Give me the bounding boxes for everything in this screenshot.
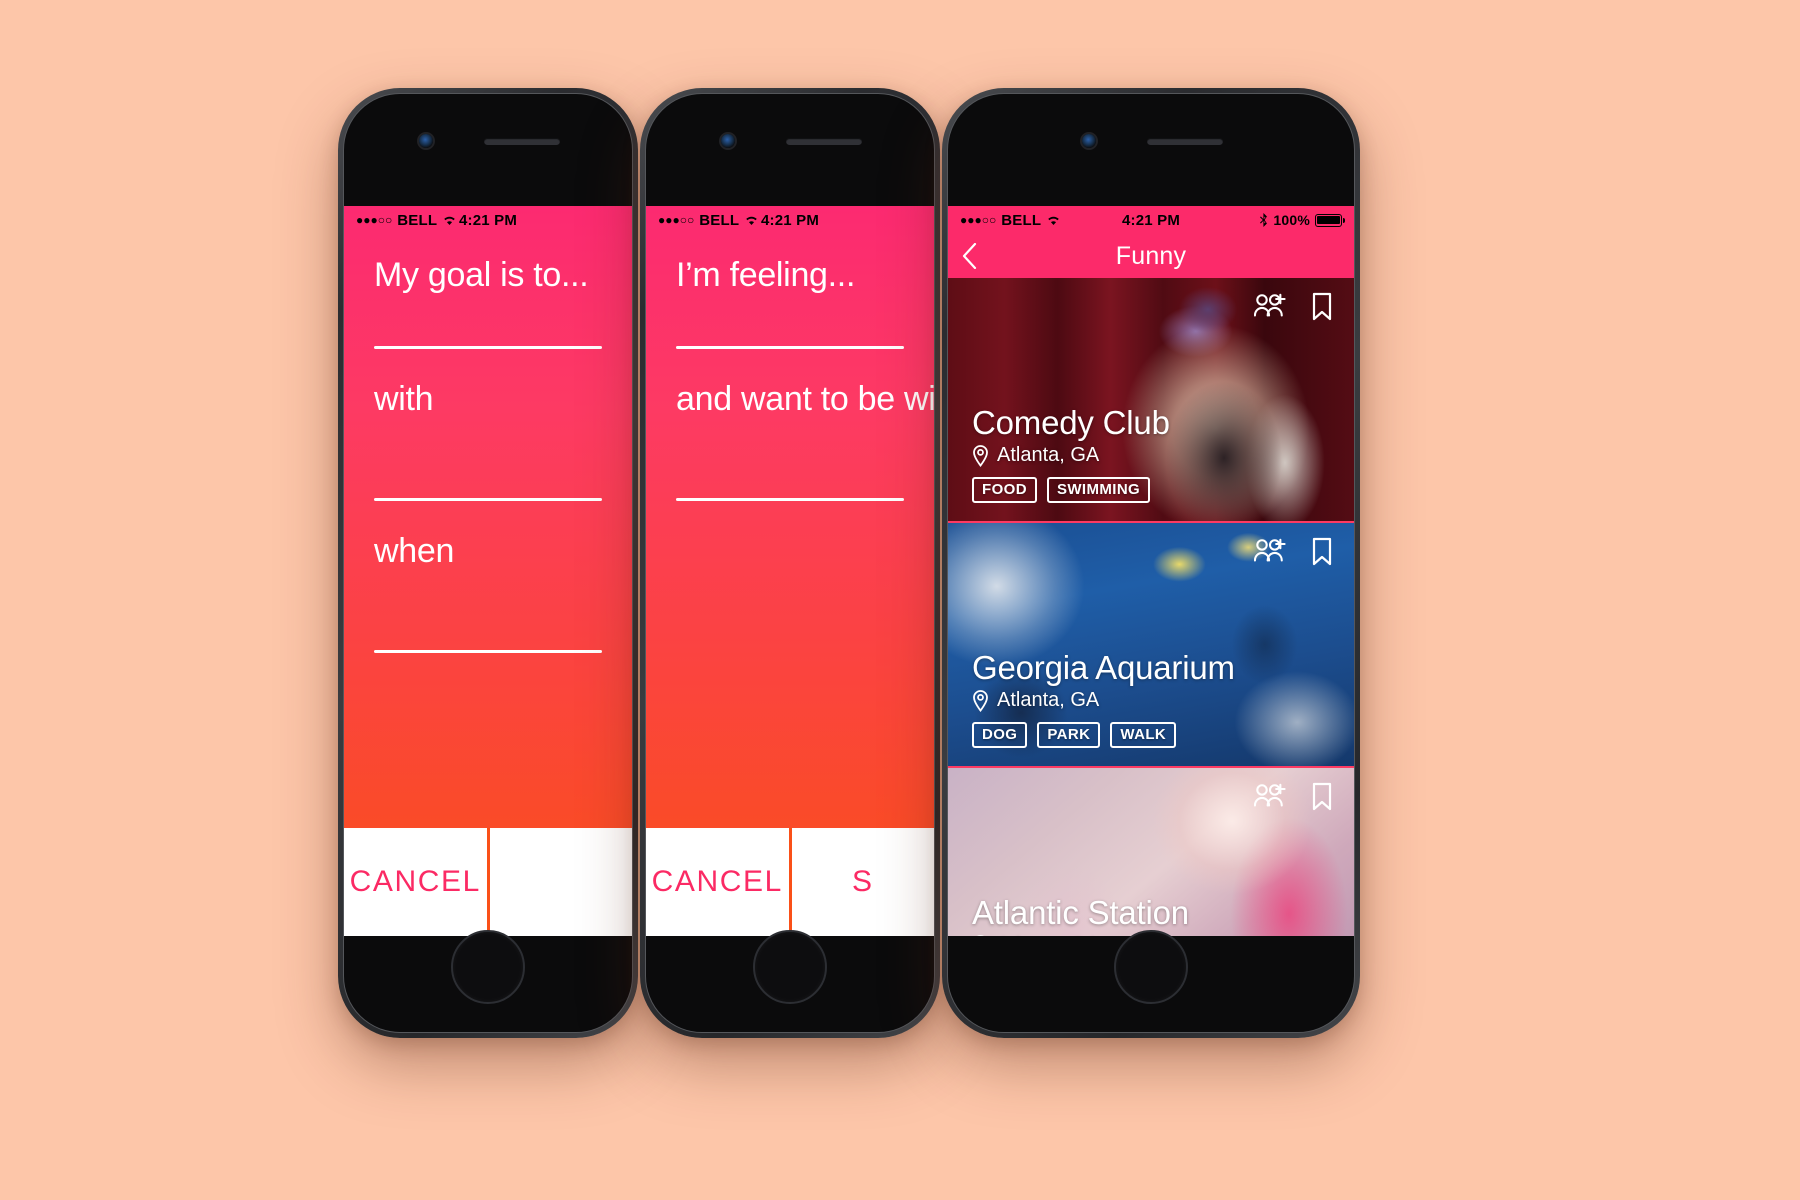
status-bar: ●●●○○ BELL 4:21 PM <box>344 206 632 234</box>
status-left: ●●●○○ BELL <box>960 212 1061 229</box>
submit-button[interactable] <box>486 828 632 936</box>
field-rule-goal[interactable] <box>374 346 602 349</box>
card-title: Atlantic Station <box>972 894 1189 931</box>
status-bar: ●●●○○ BELL 4:21 PM 100% <box>948 206 1354 234</box>
bookmark-icon[interactable] <box>1306 782 1338 812</box>
feeling-form-actions: CANCEL S <box>646 828 934 936</box>
wifi-icon <box>1048 216 1059 226</box>
field-label-goal: My goal is to... <box>374 256 589 294</box>
status-left: ●●●○○ BELL <box>658 212 759 229</box>
map-pin-icon <box>973 689 988 712</box>
goal-form-screen: ●●●○○ BELL 4:21 PM My goal is to... with <box>344 206 632 936</box>
card-title: Comedy Club <box>972 404 1170 441</box>
card-location: Atlanta, GA <box>972 689 1235 712</box>
screen-funny: ●●●○○ BELL 4:21 PM 100% Funny Comedy Clu… <box>948 206 1354 936</box>
bookmark-icon[interactable] <box>1306 537 1338 567</box>
feeling-form-screen: ●●●○○ BELL 4:21 PM I’m feeling... and wa… <box>646 206 934 936</box>
status-bar: ●●●○○ BELL 4:21 PM <box>646 206 934 234</box>
front-camera-icon <box>419 134 433 148</box>
bookmark-icon[interactable] <box>1306 292 1338 322</box>
front-camera-icon <box>721 134 735 148</box>
place-card-list[interactable]: Comedy Club Atlanta, GA FOOD SWIMMING Ge… <box>948 278 1354 936</box>
tag-chip[interactable]: WALK <box>1110 722 1177 748</box>
goal-form-actions: CANCEL <box>344 828 632 936</box>
page-title: Funny <box>1115 241 1187 270</box>
earpiece-speaker <box>1147 138 1223 145</box>
card-location-label: Atlanta, GA <box>997 444 1100 466</box>
signal-dots-icon: ●●●○○ <box>356 213 393 227</box>
card-actions <box>1254 537 1338 567</box>
submit-button[interactable]: S <box>788 828 934 936</box>
field-label-feeling: I’m feeling... <box>676 256 856 294</box>
carrier-label: BELL <box>699 211 740 229</box>
tag-chip[interactable]: FOOD <box>972 477 1037 503</box>
battery-full-icon <box>1315 213 1345 227</box>
home-button[interactable] <box>1114 930 1188 1004</box>
funny-list-screen: ●●●○○ BELL 4:21 PM 100% Funny Comedy Clu… <box>948 206 1354 936</box>
tag-chip[interactable]: SWIMMING <box>1046 477 1151 503</box>
field-rule-with[interactable] <box>374 498 602 501</box>
field-label-with-who: and want to be with <box>676 380 934 418</box>
card-info: Atlantic Station Atlanta, GA FOOD W <box>972 894 1231 936</box>
card-tags: FOOD SWIMMING <box>972 477 1170 503</box>
signal-dots-icon: ●●●○○ <box>960 213 997 227</box>
phone-device-feeling: ●●●○○ BELL 4:21 PM I’m feeling... and wa… <box>640 88 940 1038</box>
screen-goal: ●●●○○ BELL 4:21 PM My goal is to... with <box>344 206 632 936</box>
phone-body: ●●●○○ BELL 4:21 PM I’m feeling... and wa… <box>645 93 935 1033</box>
status-right: 100% <box>1259 212 1345 228</box>
tag-chip[interactable]: PARK <box>1037 722 1101 748</box>
earpiece-speaker <box>786 138 862 145</box>
feeling-form-fields: I’m feeling... and want to be with <box>646 234 934 828</box>
card-location: Atlanta, GA <box>972 444 1170 467</box>
screen-feeling: ●●●○○ BELL 4:21 PM I’m feeling... and wa… <box>646 206 934 936</box>
add-people-icon[interactable] <box>1254 782 1286 812</box>
home-button[interactable] <box>451 930 525 1004</box>
map-pin-icon <box>976 934 985 936</box>
carrier-label: BELL <box>1001 211 1042 229</box>
goal-form-fields: My goal is to... with when <box>344 234 632 828</box>
card-info: Georgia Aquarium Atlanta, GA DOG PARK WA… <box>972 649 1235 748</box>
navigation-bar: Funny <box>948 234 1354 278</box>
front-camera-icon <box>1082 134 1096 148</box>
field-label-with: with <box>374 380 434 418</box>
battery-percent-label: 100% <box>1273 212 1310 228</box>
wifi-icon <box>746 216 757 226</box>
list-item[interactable]: Comedy Club Atlanta, GA FOOD SWIMMING <box>948 278 1354 523</box>
carrier-label: BELL <box>397 211 438 229</box>
card-actions <box>1254 292 1338 322</box>
map-pin-icon <box>973 444 988 467</box>
signal-dots-icon: ●●●○○ <box>658 213 695 227</box>
bluetooth-icon <box>1260 213 1268 227</box>
home-button[interactable] <box>753 930 827 1004</box>
phone-device-goal: ●●●○○ BELL 4:21 PM My goal is to... with <box>338 88 638 1038</box>
list-item[interactable]: Atlantic Station Atlanta, GA FOOD W <box>948 768 1354 936</box>
card-location-label: Atlanta, GA <box>997 934 1099 936</box>
earpiece-speaker <box>484 138 560 145</box>
field-rule-when[interactable] <box>374 650 602 653</box>
tag-chip[interactable]: DOG <box>972 722 1028 748</box>
card-actions <box>1254 782 1338 812</box>
status-left: ●●●○○ BELL <box>356 212 457 229</box>
wifi-icon <box>444 216 455 226</box>
card-info: Comedy Club Atlanta, GA FOOD SWIMMING <box>972 404 1170 503</box>
card-location-label: Atlanta, GA <box>997 689 1100 711</box>
card-location: Atlanta, GA <box>972 934 1231 936</box>
cancel-button[interactable]: CANCEL <box>646 828 789 936</box>
add-people-icon[interactable] <box>1254 537 1286 567</box>
phone-body: ●●●○○ BELL 4:21 PM My goal is to... with <box>343 93 633 1033</box>
card-title: Georgia Aquarium <box>972 649 1235 686</box>
phone-device-funny: ●●●○○ BELL 4:21 PM 100% Funny Comedy Clu… <box>942 88 1360 1038</box>
list-item[interactable]: Georgia Aquarium Atlanta, GA DOG PARK WA… <box>948 523 1354 768</box>
add-people-icon[interactable] <box>1254 292 1286 322</box>
chevron-left-icon[interactable] <box>962 243 978 269</box>
field-rule-feeling[interactable] <box>676 346 904 349</box>
card-tags: DOG PARK WALK <box>972 722 1235 748</box>
phone-body: ●●●○○ BELL 4:21 PM 100% Funny Comedy Clu… <box>947 93 1355 1033</box>
field-label-when: when <box>374 532 455 570</box>
field-rule-with-who[interactable] <box>676 498 904 501</box>
cancel-button[interactable]: CANCEL <box>344 828 487 936</box>
